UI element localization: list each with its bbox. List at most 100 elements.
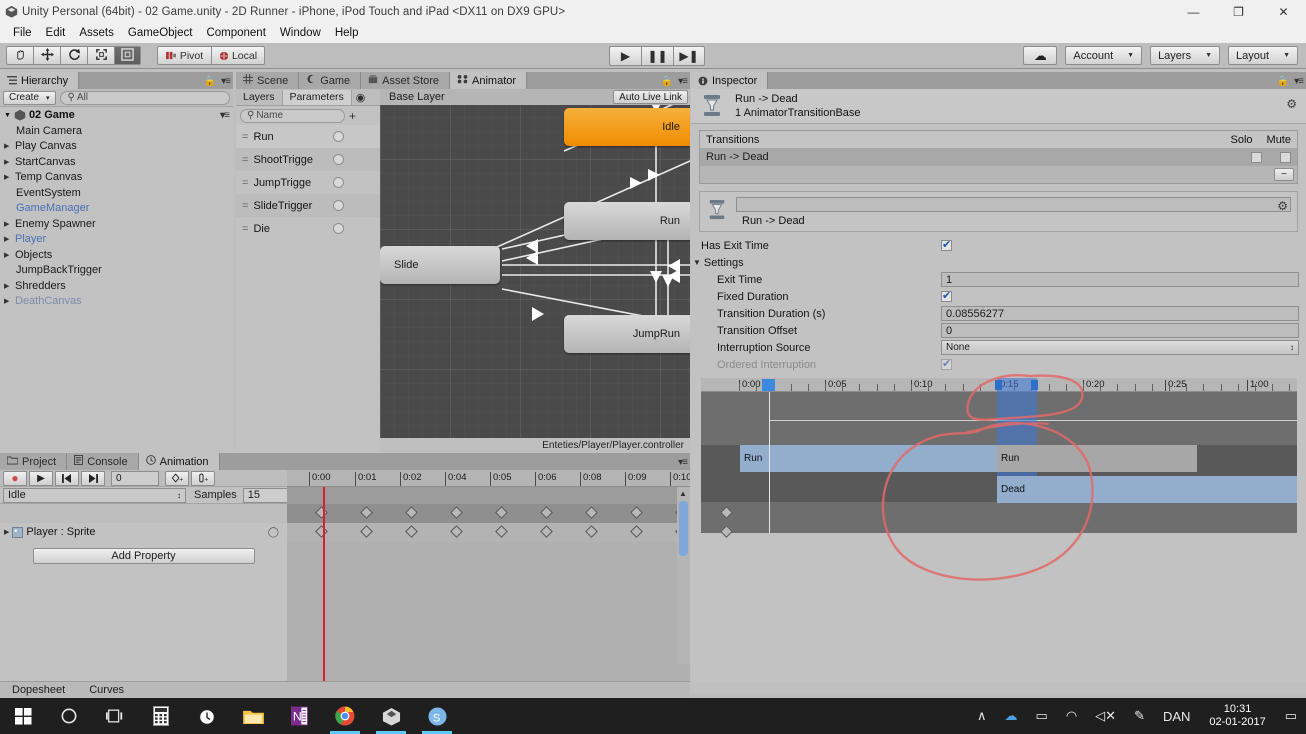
parameter-row-die[interactable]: = Die xyxy=(236,217,380,240)
hierarchy-item-temp-canvas[interactable]: ▶ Temp Canvas xyxy=(0,170,233,186)
auto-live-link-button[interactable]: Auto Live Link xyxy=(613,90,688,104)
drag-handle-icon[interactable]: = xyxy=(242,223,249,235)
wifi-icon[interactable]: ◠ xyxy=(1057,708,1086,724)
keyframe-marker[interactable] xyxy=(450,525,463,538)
parameter-toggle[interactable] xyxy=(333,200,345,211)
record-button[interactable]: ● xyxy=(3,470,27,486)
add-event-button[interactable]: + xyxy=(191,470,215,486)
eye-icon[interactable]: ◉ xyxy=(356,91,366,104)
battery-icon[interactable]: ▭ xyxy=(1027,708,1057,724)
bottom-tab-curves[interactable]: Curves xyxy=(77,684,136,696)
pen-icon[interactable]: ✎ xyxy=(1125,708,1154,724)
rotate-tool[interactable] xyxy=(60,46,87,65)
keyframe-marker[interactable] xyxy=(630,506,643,519)
has-exit-time-checkbox[interactable] xyxy=(941,238,952,251)
subtab-layers[interactable]: Layers xyxy=(236,89,283,105)
transition-start-marker[interactable] xyxy=(995,380,1002,390)
onenote-app[interactable]: N xyxy=(276,698,322,734)
layout-dropdown[interactable]: Layout ▼ xyxy=(1228,46,1298,65)
expand-arrow-icon[interactable]: ▶ xyxy=(4,158,15,166)
keyframe-marker[interactable] xyxy=(315,525,328,538)
parameter-toggle[interactable] xyxy=(333,154,345,165)
hand-tool[interactable] xyxy=(6,46,33,65)
setting-checkbox[interactable] xyxy=(941,357,952,370)
clip-selector-dropdown[interactable]: Idle ↕ xyxy=(3,487,186,503)
pivot-toggle[interactable]: Pivot xyxy=(157,46,211,65)
move-tool[interactable] xyxy=(33,46,60,65)
notifications-icon[interactable]: ▭ xyxy=(1276,708,1306,724)
playhead-knob[interactable] xyxy=(762,379,775,391)
local-toggle[interactable]: Local xyxy=(211,46,265,65)
scale-tool[interactable] xyxy=(87,46,114,65)
mute-checkbox[interactable] xyxy=(1280,151,1291,163)
transition-name-input[interactable] xyxy=(736,197,1291,212)
panel-menu-icon[interactable]: ▾≡ xyxy=(678,457,688,468)
lock-icon[interactable]: 🔒 xyxy=(661,76,673,87)
tray-chevron-icon[interactable]: ∧ xyxy=(968,708,996,724)
tab-animation[interactable]: Animation xyxy=(138,453,220,470)
tab-asset-store[interactable]: Asset Store xyxy=(361,72,451,89)
start-button[interactable] xyxy=(0,698,46,734)
menu-assets[interactable]: Assets xyxy=(72,25,121,41)
current-frame-input[interactable]: 0 xyxy=(111,470,159,486)
dopesheet-area[interactable]: 0:00 0:01 0:02 0:04 0:05 0:06 0:08 0:09 0:10 ▲ xyxy=(287,470,733,681)
tab-hierarchy[interactable]: Hierarchy xyxy=(0,72,80,89)
expand-arrow-icon[interactable]: ▶ xyxy=(4,235,15,243)
keyframe-marker[interactable] xyxy=(405,525,418,538)
add-parameter-icon[interactable]: + xyxy=(349,109,356,123)
add-property-button[interactable]: Add Property xyxy=(32,548,255,564)
expand-arrow-icon[interactable]: ▶ xyxy=(4,297,15,305)
setting-checkbox[interactable] xyxy=(941,289,952,302)
remove-transition-button[interactable]: − xyxy=(1274,168,1294,181)
keyframe-marker[interactable] xyxy=(360,525,373,538)
layers-dropdown[interactable]: Layers ▼ xyxy=(1150,46,1221,65)
keyframe-marker[interactable] xyxy=(585,525,598,538)
samples-input[interactable]: 15 xyxy=(242,487,290,503)
expand-arrow-icon[interactable]: ▶ xyxy=(4,220,15,228)
keyframe-row-sprite[interactable] xyxy=(287,523,733,542)
drag-handle-icon[interactable]: = xyxy=(242,177,249,189)
keyframe-marker[interactable] xyxy=(315,506,328,519)
account-dropdown[interactable]: Account ▼ xyxy=(1065,46,1143,65)
pause-button[interactable]: ❚❚ xyxy=(641,45,673,66)
clip-dead-target[interactable]: Dead xyxy=(997,476,1297,503)
file-explorer[interactable] xyxy=(230,698,276,734)
keyframe-row-summary[interactable] xyxy=(287,504,733,523)
bottom-tab-dopesheet[interactable]: Dopesheet xyxy=(0,684,77,696)
task-view[interactable] xyxy=(92,698,138,734)
expand-arrow-icon[interactable]: ▼ xyxy=(4,112,11,119)
volume-muted-icon[interactable]: ◁✕ xyxy=(1086,708,1125,724)
dopesheet-scrollbar[interactable]: ▲ xyxy=(677,487,690,664)
add-keyframe-button[interactable]: + xyxy=(165,470,189,486)
calculator-app[interactable] xyxy=(138,698,184,734)
rect-tool[interactable] xyxy=(114,46,141,65)
transition-preview[interactable]: 0:000:050:100:150:200:251:00 Run Run Dea… xyxy=(701,378,1297,533)
hierarchy-item-enemy-spawner[interactable]: ▶ Enemy Spawner xyxy=(0,216,233,232)
scene-menu-icon[interactable]: ▾≡ xyxy=(220,110,230,121)
parameter-toggle[interactable] xyxy=(333,223,345,234)
drag-handle-icon[interactable]: = xyxy=(242,200,249,212)
cortana-search[interactable] xyxy=(46,698,92,734)
keyframe-marker[interactable] xyxy=(540,506,553,519)
hierarchy-item-main-camera[interactable]: Main Camera xyxy=(0,123,233,139)
hierarchy-item-gamemanager[interactable]: GameManager xyxy=(0,201,233,217)
tab-animator[interactable]: Animator xyxy=(450,72,528,89)
state-slide[interactable]: Slide xyxy=(380,246,500,284)
hierarchy-item-deathcanvas[interactable]: ▶ DeathCanvas xyxy=(0,294,233,310)
create-button[interactable]: Create ▾ xyxy=(3,90,56,105)
menu-file[interactable]: File xyxy=(6,25,39,41)
menu-gameobject[interactable]: GameObject xyxy=(121,25,200,41)
keyframe-marker[interactable] xyxy=(450,506,463,519)
hierarchy-item-jumpbacktrigger[interactable]: JumpBackTrigger xyxy=(0,263,233,279)
play-button[interactable]: ▶ xyxy=(609,45,641,66)
state-idle[interactable]: Idle xyxy=(564,108,690,146)
parameter-search-input[interactable]: ⚲ Name xyxy=(240,108,345,123)
hierarchy-item-eventsystem[interactable]: EventSystem xyxy=(0,185,233,201)
parameter-toggle[interactable] xyxy=(333,131,345,142)
keyframe-marker[interactable] xyxy=(495,506,508,519)
panel-menu-icon[interactable]: ▾≡ xyxy=(221,76,231,87)
setting-dropdown[interactable]: None ↕ xyxy=(941,340,1299,355)
gear-icon[interactable]: ⚙ xyxy=(1286,97,1297,111)
hierarchy-item-shredders[interactable]: ▶ Shredders xyxy=(0,278,233,294)
hierarchy-item-play-canvas[interactable]: ▶ Play Canvas xyxy=(0,139,233,155)
